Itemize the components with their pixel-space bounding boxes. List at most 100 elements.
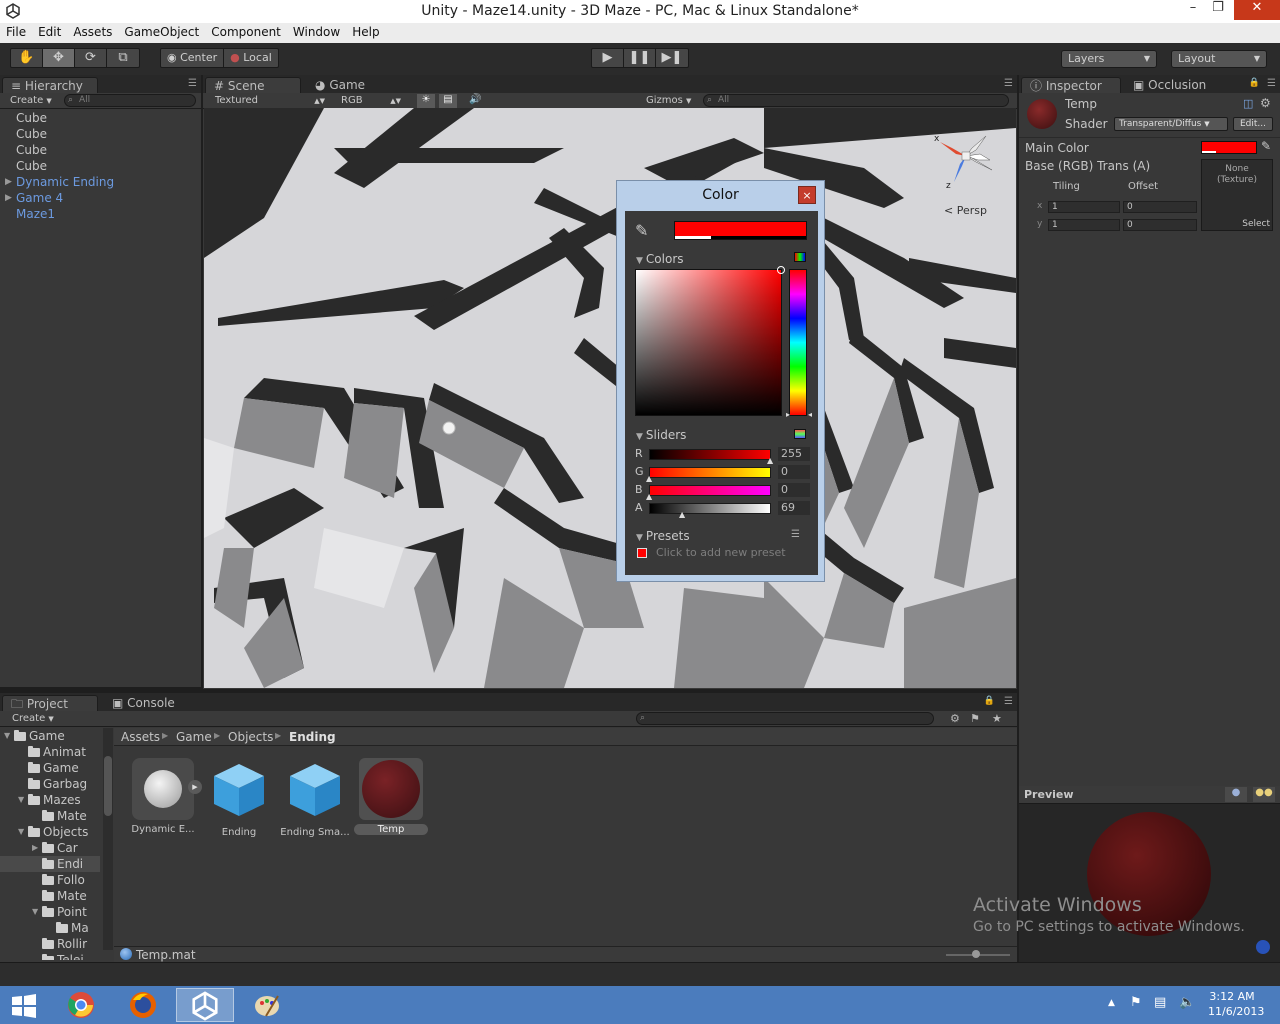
clock[interactable]: 3:12 AM 11/6/2013 [1208,989,1264,1019]
hierarchy-item[interactable]: Cube [0,110,201,126]
project-folder-item[interactable]: Animat [0,744,100,760]
expand-arrow-icon[interactable]: ▼ [18,792,24,808]
color-picker-close-button[interactable]: × [798,186,816,204]
scene-viewport[interactable]: x z < Persp [204,108,1016,688]
slider-a-value[interactable]: 69 [778,501,810,515]
eyedropper-icon[interactable]: ✎ [635,221,648,240]
breadcrumb-assets[interactable]: Assets [121,730,160,744]
hierarchy-item[interactable]: ▶ Dynamic Ending [0,174,201,190]
color-mode-dropdown[interactable]: RGB ▲▼ [335,94,405,108]
pivot-center-toggle[interactable]: ◉ Center [161,49,225,67]
preview-sphere-icon[interactable]: ● [1225,787,1247,802]
presets-menu-icon[interactable]: ☰ [791,529,800,540]
hand-tool-icon[interactable]: ✋ [11,49,43,67]
project-search[interactable] [636,712,934,725]
layout-dropdown[interactable]: Layout ▼ [1171,50,1267,68]
slider-g[interactable]: G ▲ 0 [635,465,815,483]
menu-gameobject[interactable]: GameObject [118,23,205,41]
breadcrumb-game[interactable]: Game [176,730,212,744]
chrome-taskbar-icon[interactable] [52,988,110,1022]
firefox-taskbar-icon[interactable] [114,988,172,1022]
menu-window[interactable]: Window [287,23,346,41]
sliders-section-header[interactable]: ▼ Sliders [636,428,686,442]
menu-assets[interactable]: Assets [67,23,118,41]
layers-dropdown[interactable]: Layers ▼ [1061,50,1157,68]
expand-prefab-icon[interactable]: ▶ [188,780,202,794]
hierarchy-item[interactable]: Cube [0,142,201,158]
favorite-star-icon[interactable]: ★ [992,712,1002,725]
project-folder-item[interactable]: Telei [0,952,100,960]
offset-y-field[interactable]: 0 [1123,219,1197,231]
project-folder-item[interactable]: ▼ Mazes [0,792,100,808]
tab-project[interactable]: 🗀 Project [2,695,98,711]
project-folder-item[interactable]: ▶ Car [0,840,100,856]
tree-scroll-thumb[interactable] [104,756,112,816]
tab-inspector[interactable]: ⓘ Inspector [1021,77,1121,93]
tab-game[interactable]: ◕ Game [307,77,373,93]
pivot-local-toggle[interactable]: ● Local [224,49,278,67]
network-icon[interactable]: ▤ [1154,995,1166,1010]
notification-icon[interactable] [1256,940,1270,954]
material-preview-sphere[interactable] [1087,812,1211,936]
project-folder-item[interactable]: Rollir [0,936,100,952]
lock-icon[interactable]: 🔒 [1249,78,1260,88]
projection-label[interactable]: < Persp [944,204,987,217]
shader-dropdown[interactable]: Transparent/Diffus ▼ [1114,117,1228,131]
expand-arrow-icon[interactable]: ▶ [5,190,12,206]
eyedropper-icon[interactable]: ✎ [1261,139,1271,153]
tray-expand-icon[interactable]: ▲ [1108,998,1115,1008]
panel-menu-icon[interactable]: ☰ [188,78,197,89]
panel-menu-icon[interactable]: ☰ [1267,78,1276,89]
preset-swatch[interactable] [637,548,647,558]
main-color-swatch[interactable] [1201,141,1257,154]
expand-arrow-icon[interactable]: ▶ [5,174,12,190]
preview-light-icon[interactable]: ●● [1253,787,1275,802]
expand-arrow-icon[interactable]: ▼ [32,904,38,920]
project-create-dropdown[interactable]: Create ▼ [6,712,54,726]
presets-section-header[interactable]: ▼ Presets [636,529,690,543]
slider-r-value[interactable]: 255 [778,447,810,461]
asset-temp[interactable]: Temp [354,758,428,835]
help-icon[interactable]: ◫ [1243,97,1253,110]
saturation-value-field[interactable] [635,266,785,416]
restore-button[interactable]: ❐ [1201,0,1235,20]
tab-occlusion[interactable]: ▣ Occlusion [1125,77,1214,93]
slider-a[interactable]: A ▲ 69 [635,501,815,519]
scene-search[interactable]: All [703,94,1009,107]
project-folder-item[interactable]: ▼ Game [0,728,100,744]
hierarchy-item[interactable]: Maze1 [0,206,201,222]
rotate-tool-icon[interactable]: ⟳ [75,49,107,67]
tree-scrollbar[interactable] [103,728,113,950]
texture-select-button[interactable]: Select [1242,219,1270,229]
paint-taskbar-icon[interactable] [238,988,296,1022]
project-folder-item[interactable]: Garbag [0,776,100,792]
project-folder-item[interactable]: ▼ Objects [0,824,100,840]
color-mode-icon[interactable] [794,252,806,262]
presets-hint[interactable]: Click to add new preset [656,546,786,559]
play-icon[interactable]: ▶ [592,49,624,67]
hierarchy-search[interactable]: All [64,94,196,107]
gear-icon[interactable]: ⚙ [1260,96,1271,110]
expand-arrow-icon[interactable]: ▶ [32,840,38,856]
gizmos-dropdown[interactable]: Gizmos ▼ [640,94,691,108]
panel-menu-icon[interactable]: ☰ [1004,78,1013,89]
menu-component[interactable]: Component [205,23,287,41]
unity-taskbar-icon[interactable] [176,988,234,1022]
hierarchy-item[interactable]: ▶ Game 4 [0,190,201,206]
expand-arrow-icon[interactable]: ▼ [4,728,10,744]
move-tool-icon[interactable]: ✥ [43,49,75,67]
slider-b-track[interactable] [649,485,771,496]
volume-icon[interactable]: 🔈 [1179,995,1195,1010]
tiling-y-field[interactable]: 1 [1048,219,1120,231]
asset-dynamic-ending[interactable]: ▶ Dynamic E... [126,758,202,835]
filter-type-icon[interactable]: ⚙ [950,712,960,725]
tab-console[interactable]: ▣ Console [104,695,183,711]
slider-g-track[interactable] [649,467,771,478]
action-center-flag-icon[interactable]: ⚑ [1130,995,1142,1010]
slider-a-track[interactable] [649,503,771,514]
lighting-toggle-icon[interactable]: ☀ [417,94,435,108]
panel-menu-icon[interactable]: ☰ [1004,696,1013,707]
slider-r[interactable]: R ▲ 255 [635,447,815,465]
pause-icon[interactable]: ❚❚ [624,49,656,67]
texture-slot[interactable]: None (Texture) Select [1201,159,1273,231]
